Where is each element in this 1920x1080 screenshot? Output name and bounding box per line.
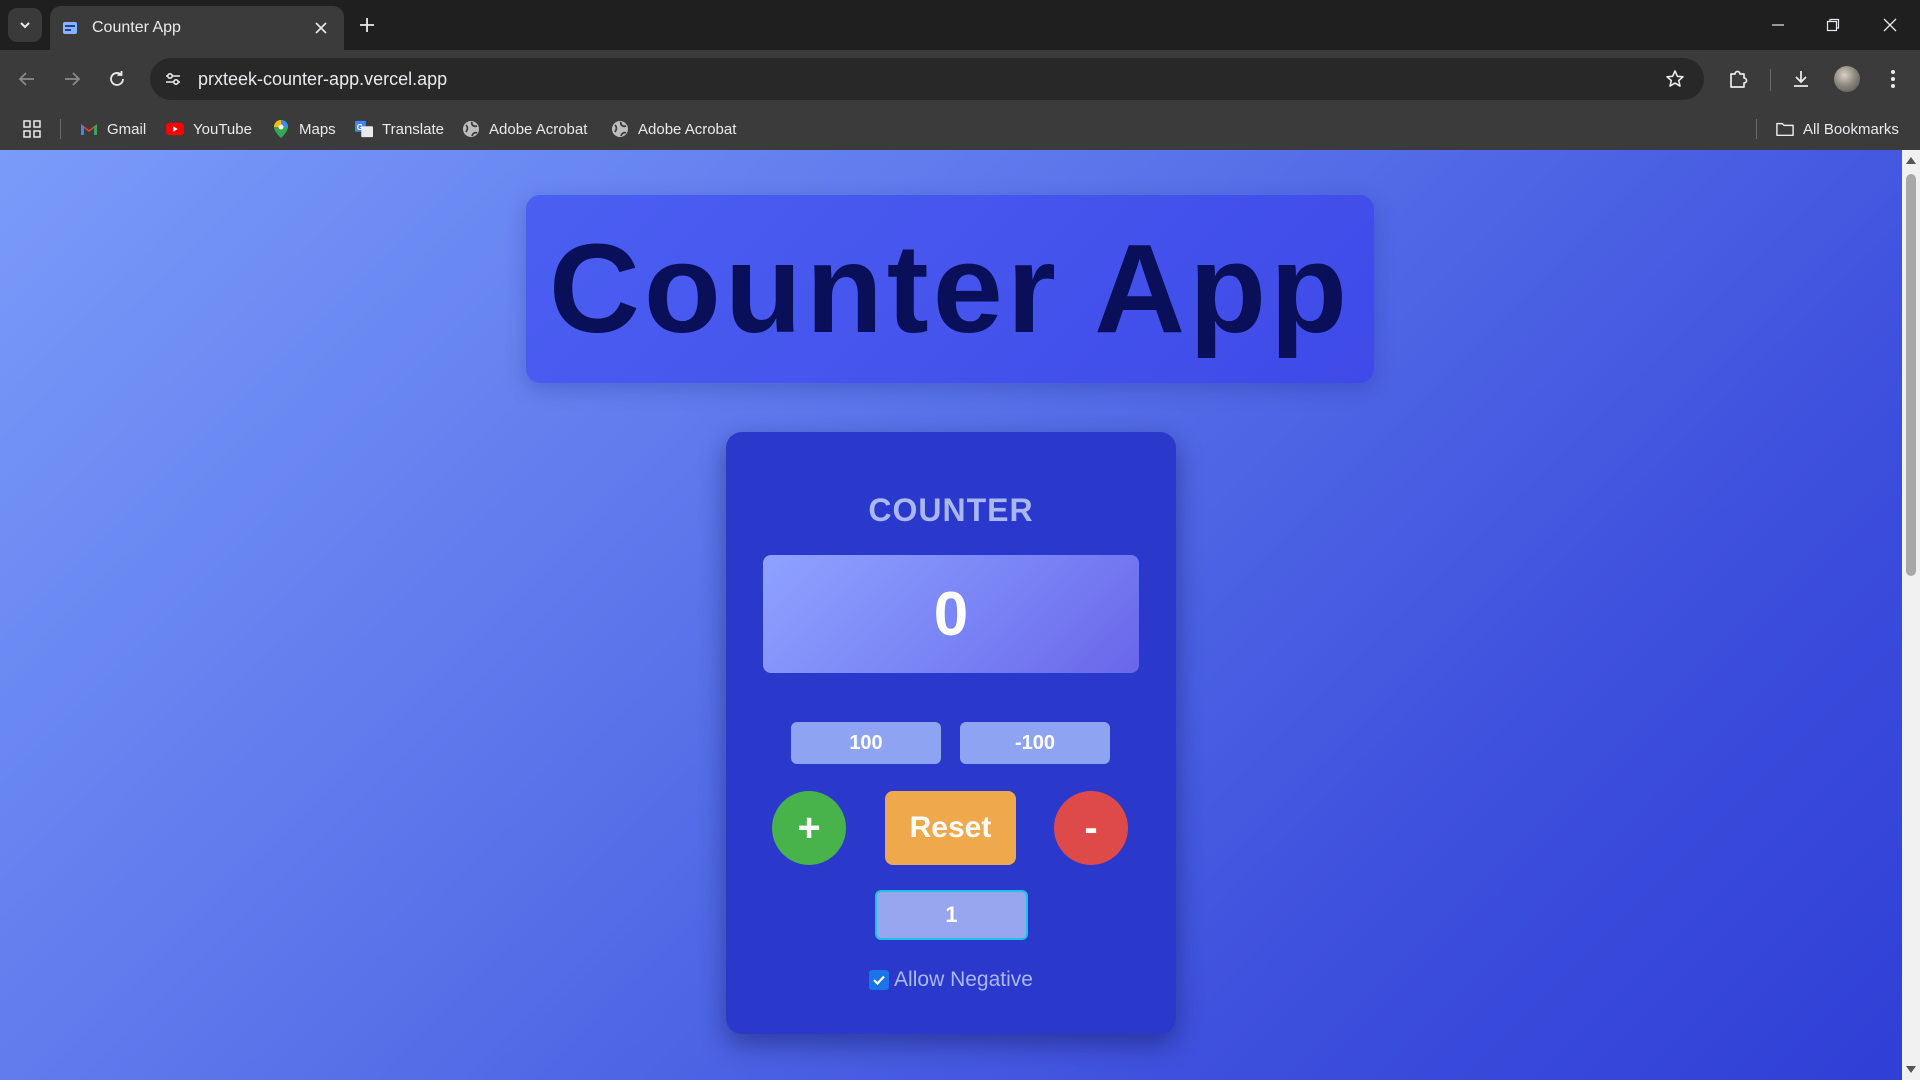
site-info-button[interactable] <box>156 62 190 96</box>
apps-button[interactable] <box>20 117 44 141</box>
allow-negative-row: Allow Negative <box>726 968 1176 992</box>
scroll-up-arrow-icon[interactable] <box>1906 157 1916 164</box>
all-bookmarks-label: All Bookmarks <box>1803 120 1899 138</box>
bookmark-youtube[interactable]: YouTube <box>166 116 252 142</box>
bookmark-gmail[interactable]: Gmail <box>80 116 146 142</box>
decrement-button[interactable]: - <box>1054 791 1128 865</box>
tab-title: Counter App <box>92 19 181 36</box>
browser-tab[interactable]: Counter App <box>50 6 344 50</box>
bookmark-translate[interactable]: G Translate <box>355 116 444 142</box>
arrow-left-icon <box>18 72 34 86</box>
reload-button[interactable] <box>100 62 134 96</box>
url-text: prxteek-counter-app.vercel.app <box>198 68 448 89</box>
bookmark-label: Gmail <box>107 120 147 138</box>
restore-icon <box>1826 18 1840 32</box>
more-vert-icon <box>1891 70 1895 88</box>
bookmarks-divider <box>60 119 61 139</box>
globe-icon <box>611 120 629 138</box>
tab-search-button[interactable] <box>8 8 42 42</box>
reset-button[interactable]: Reset <box>885 791 1016 865</box>
add-100-button[interactable]: 100 <box>791 722 941 764</box>
youtube-icon <box>166 120 184 138</box>
step-input[interactable] <box>875 890 1028 940</box>
bookmark-label: Adobe Acrobat <box>489 120 588 138</box>
page-viewport: Counter App COUNTER 0 100 -100 + Reset -… <box>0 150 1920 1080</box>
tab-strip: Counter App <box>0 0 1920 50</box>
translate-icon: G <box>355 120 373 138</box>
title-banner: Counter App <box>526 195 1374 383</box>
bookmark-label: Translate <box>382 120 444 138</box>
bookmarks-bar: Gmail YouTube Maps G Translate Adobe Acr… <box>0 108 1920 150</box>
menu-button[interactable] <box>1876 62 1910 96</box>
page-title: Counter App <box>548 218 1352 359</box>
allow-negative-label: Allow Negative <box>894 968 1033 991</box>
avatar <box>1834 66 1860 92</box>
svg-text:G: G <box>357 123 363 132</box>
close-icon <box>1883 18 1897 32</box>
globe-icon <box>462 120 480 138</box>
new-tab-button[interactable] <box>353 11 381 39</box>
bookmark-adobe-acrobat-1[interactable]: Adobe Acrobat <box>462 116 587 142</box>
tab-close-button[interactable] <box>310 17 332 39</box>
scrollbar-thumb[interactable] <box>1906 174 1916 576</box>
bookmark-label: YouTube <box>193 120 252 138</box>
increment-button[interactable]: + <box>772 791 846 865</box>
checkmark-icon <box>873 975 885 986</box>
apps-grid-icon <box>23 120 41 138</box>
close-icon <box>315 22 327 34</box>
plus-icon <box>360 18 374 32</box>
counter-display: 0 <box>763 555 1139 673</box>
star-icon <box>1666 70 1684 87</box>
extensions-button[interactable] <box>1721 62 1755 96</box>
allow-negative-checkbox[interactable] <box>869 970 890 990</box>
chevron-down-icon <box>20 22 30 29</box>
scroll-down-arrow-icon[interactable] <box>1906 1066 1916 1073</box>
minimize-icon <box>1772 24 1784 26</box>
download-icon <box>1794 71 1808 87</box>
counter-value: 0 <box>933 579 969 649</box>
page-scrollbar[interactable] <box>1902 150 1920 1080</box>
counter-card: COUNTER 0 100 -100 + Reset - Allow Negat… <box>726 432 1176 1034</box>
gmail-icon <box>80 120 98 138</box>
bookmark-label: Maps <box>299 120 336 138</box>
profile-button[interactable] <box>1830 62 1864 96</box>
subtract-100-button[interactable]: -100 <box>960 722 1110 764</box>
bookmark-star-button[interactable] <box>1658 62 1692 96</box>
back-button[interactable] <box>10 62 44 96</box>
bookmarks-divider <box>1756 119 1757 139</box>
restore-button[interactable] <box>1815 10 1851 40</box>
bookmark-label: Adobe Acrobat <box>638 120 737 138</box>
tune-icon <box>166 72 180 86</box>
close-window-button[interactable] <box>1872 10 1908 40</box>
folder-icon <box>1776 120 1794 138</box>
downloads-button[interactable] <box>1784 62 1818 96</box>
counter-label: COUNTER <box>868 492 1034 528</box>
browser-toolbar: prxteek-counter-app.vercel.app <box>0 50 1920 108</box>
address-bar[interactable]: prxteek-counter-app.vercel.app <box>150 58 1704 100</box>
minimize-button[interactable] <box>1760 10 1796 40</box>
bookmark-adobe-acrobat-2[interactable]: Adobe Acrobat <box>611 116 736 142</box>
puzzle-icon <box>1730 70 1748 88</box>
app-favicon-icon <box>63 22 77 34</box>
toolbar-divider <box>1770 69 1771 91</box>
bookmark-maps[interactable]: Maps <box>272 116 336 142</box>
maps-icon <box>272 120 290 138</box>
arrow-right-icon <box>65 72 81 86</box>
all-bookmarks-button[interactable]: All Bookmarks <box>1776 116 1899 142</box>
forward-button[interactable] <box>55 62 89 96</box>
reload-icon <box>110 71 124 86</box>
